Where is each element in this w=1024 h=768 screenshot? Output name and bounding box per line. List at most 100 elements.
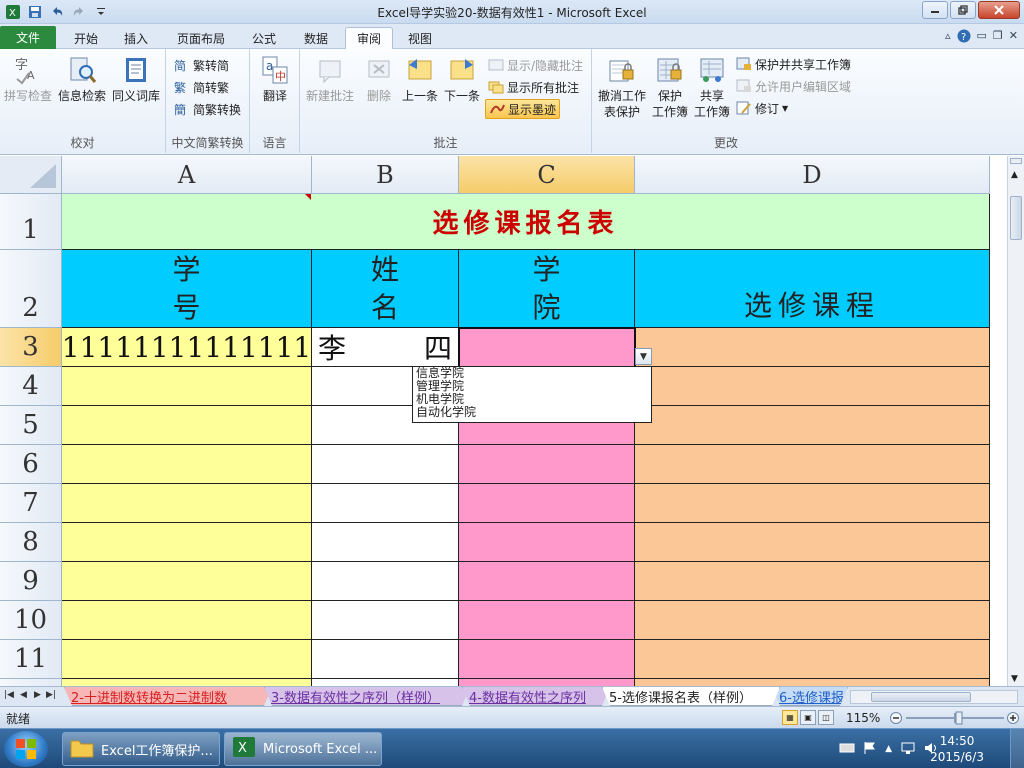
column-header-b[interactable]: B xyxy=(312,156,459,194)
cell-c7[interactable] xyxy=(459,484,635,523)
cell-d5[interactable] xyxy=(635,406,990,445)
header-cell-name[interactable]: 姓 名 xyxy=(312,250,459,328)
delete-comment-button[interactable]: 删除 xyxy=(364,55,394,104)
cell-a6[interactable] xyxy=(62,445,312,484)
sheet-tab-6[interactable]: 6-选修课报 xyxy=(772,687,848,706)
horizontal-scroll-thumb[interactable] xyxy=(871,692,971,702)
scroll-down-icon[interactable]: ▼ xyxy=(1011,674,1018,684)
sheet-tab-5[interactable]: 5-选修课报名表（样例） xyxy=(602,687,780,706)
cell-b11[interactable] xyxy=(312,640,459,679)
tab-insert[interactable]: 插入 xyxy=(114,27,158,49)
cell-a9[interactable] xyxy=(62,562,312,601)
dropdown-arrow-icon[interactable]: ▼ xyxy=(635,348,652,365)
minimize-icon[interactable] xyxy=(922,1,948,19)
keyboard-icon[interactable] xyxy=(839,742,855,757)
taskbar-excel-button[interactable]: X Microsoft Excel ... xyxy=(224,732,382,766)
prev-sheet-icon[interactable]: ◀ xyxy=(20,690,27,700)
windows-start-icon[interactable] xyxy=(4,731,48,767)
show-desktop-button[interactable] xyxy=(1010,729,1024,768)
normal-view-icon[interactable]: ▦ xyxy=(782,710,798,725)
taskbar-clock[interactable]: 14:50 2015/6/3 xyxy=(930,733,984,765)
split-box[interactable] xyxy=(1010,158,1022,164)
cell-c8[interactable] xyxy=(459,523,635,562)
first-sheet-icon[interactable]: |◀ xyxy=(4,690,14,700)
help-icon[interactable]: ? xyxy=(957,29,971,46)
show-ink-button[interactable]: 显示墨迹 xyxy=(485,99,561,119)
workbook-close-icon[interactable]: ✕ xyxy=(1009,29,1018,46)
header-cell-student-id[interactable]: 学 号 xyxy=(62,250,312,328)
cell-b9[interactable] xyxy=(312,562,459,601)
cell-d4[interactable] xyxy=(635,367,990,406)
previous-comment-button[interactable]: 上一条 xyxy=(402,55,438,104)
tab-file[interactable]: 文件 xyxy=(0,26,56,49)
row-header-2[interactable]: 2 xyxy=(0,250,62,328)
row-header-3[interactable]: 3 xyxy=(0,328,62,367)
unprotect-sheet-button[interactable]: 撤消工作 表保护 xyxy=(598,55,646,120)
column-header-d[interactable]: D xyxy=(635,156,990,194)
flag-icon[interactable] xyxy=(863,741,877,758)
sheet-title-cell[interactable]: 选修课报名表 xyxy=(62,194,990,250)
simp-to-trad-button[interactable]: 繁 简转繁 xyxy=(174,77,229,97)
protect-share-workbook-button[interactable]: 保护并共享工作簿 xyxy=(736,54,851,74)
show-all-comments-button[interactable]: 显示所有批注 xyxy=(488,77,579,97)
next-comment-button[interactable]: 下一条 xyxy=(444,55,480,104)
cell-a4[interactable] xyxy=(62,367,312,406)
zoom-level[interactable]: 115% xyxy=(846,711,880,725)
sheet-tab-3[interactable]: 3-数据有效性之序列（样例） xyxy=(264,687,470,706)
cell-c9[interactable] xyxy=(459,562,635,601)
share-workbook-button[interactable]: 共享 工作簿 xyxy=(694,55,730,120)
cell-b6[interactable] xyxy=(312,445,459,484)
row-header-1[interactable]: 1 xyxy=(0,194,62,250)
close-icon[interactable] xyxy=(978,1,1020,19)
cell-b10[interactable] xyxy=(312,601,459,640)
allow-edit-ranges-button[interactable]: 允许用户编辑区域 xyxy=(736,76,851,96)
cell-b8[interactable] xyxy=(312,523,459,562)
trad-to-simp-button[interactable]: 简 繁转简 xyxy=(174,55,229,75)
tab-review[interactable]: 审阅 xyxy=(345,27,393,49)
row-header-7[interactable]: 7 xyxy=(0,484,62,523)
row-header-11[interactable]: 11 xyxy=(0,640,62,679)
zoom-slider[interactable] xyxy=(890,711,1020,725)
show-hide-comment-button[interactable]: 显示/隐藏批注 xyxy=(488,55,583,75)
tab-home[interactable]: 开始 xyxy=(64,27,108,49)
collapse-ribbon-icon[interactable]: ▵ xyxy=(945,29,951,46)
row-header-4[interactable]: 4 xyxy=(0,367,62,406)
cell-c11[interactable] xyxy=(459,640,635,679)
restore-icon[interactable] xyxy=(950,1,976,19)
last-sheet-icon[interactable]: ▶| xyxy=(46,690,56,700)
column-header-c[interactable]: C xyxy=(459,156,635,194)
cell-d7[interactable] xyxy=(635,484,990,523)
dropdown-option[interactable]: 自动化学院 xyxy=(416,406,651,419)
workbook-restore-icon[interactable]: ❐ xyxy=(993,29,1003,46)
cell-d12[interactable] xyxy=(635,679,990,686)
tab-data[interactable]: 数据 xyxy=(294,27,338,49)
header-cell-course[interactable]: 选修课程 xyxy=(635,250,990,328)
research-button[interactable]: 信息检索 xyxy=(58,55,106,104)
page-layout-view-icon[interactable]: ▣ xyxy=(800,710,816,725)
cell-b3[interactable]: 李 四 xyxy=(312,328,459,367)
row-header-5[interactable]: 5 xyxy=(0,406,62,445)
cell-d6[interactable] xyxy=(635,445,990,484)
row-header-6[interactable]: 6 xyxy=(0,445,62,484)
protect-workbook-button[interactable]: 保护 工作簿 xyxy=(652,55,688,120)
sheet-tab-4[interactable]: 4-数据有效性之序列 xyxy=(462,687,610,706)
column-header-a[interactable]: A xyxy=(62,156,312,194)
network-icon[interactable] xyxy=(900,741,916,758)
tab-formulas[interactable]: 公式 xyxy=(242,27,286,49)
vertical-scroll-thumb[interactable] xyxy=(1010,196,1022,240)
cell-b12[interactable] xyxy=(312,679,459,686)
cell-d3[interactable] xyxy=(635,328,990,367)
sheet-tab-2[interactable]: 2-十进制数转换为二进制数 xyxy=(64,687,272,706)
scroll-up-icon[interactable]: ▲ xyxy=(1011,170,1018,180)
cell-b7[interactable] xyxy=(312,484,459,523)
cell-a7[interactable] xyxy=(62,484,312,523)
chinese-convert-button[interactable]: 簡 简繁转换 xyxy=(174,99,241,119)
taskbar-explorer-button[interactable]: Excel工作簿保护... xyxy=(62,732,220,766)
track-changes-button[interactable]: 修订 ▼ xyxy=(736,98,788,118)
cell-d10[interactable] xyxy=(635,601,990,640)
vertical-scrollbar[interactable]: ▲ ▼ xyxy=(1007,156,1024,686)
cell-a3[interactable]: 11111111111111 xyxy=(62,328,312,367)
cell-c10[interactable] xyxy=(459,601,635,640)
cell-a11[interactable] xyxy=(62,640,312,679)
cell-c12[interactable] xyxy=(459,679,635,686)
